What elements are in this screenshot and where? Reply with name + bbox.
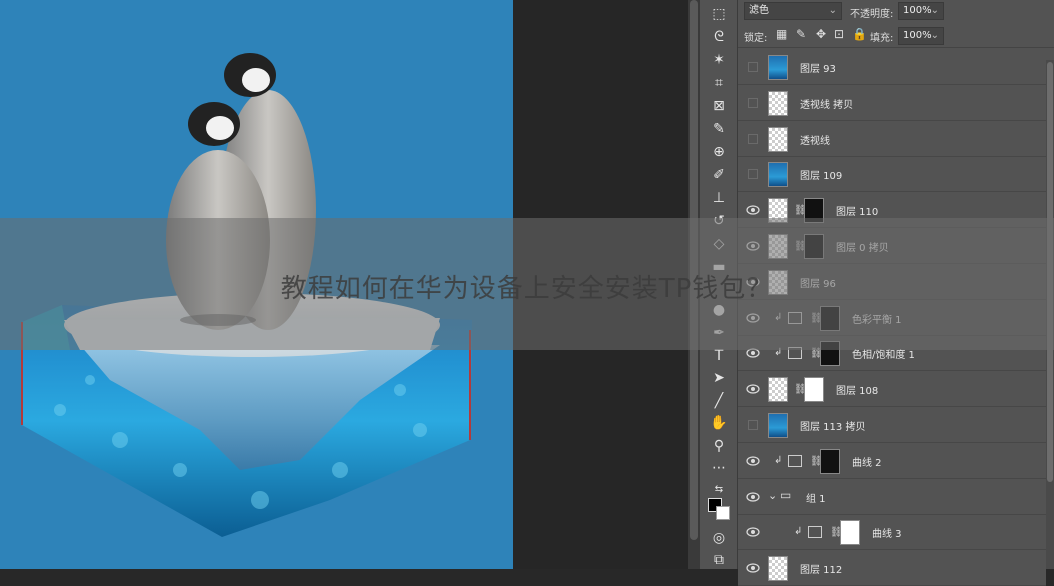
hand-tool-icon[interactable]: ✋ xyxy=(709,413,729,433)
visibility-toggle[interactable] xyxy=(748,97,758,108)
frame-tool-icon[interactable]: ⊠ xyxy=(709,96,729,116)
layer-mask-thumbnail[interactable] xyxy=(840,520,860,546)
path-selection-tool-icon[interactable]: ➤ xyxy=(709,368,729,388)
eye-icon[interactable] xyxy=(746,491,760,502)
lock-artboard-icon[interactable]: ⊡ xyxy=(834,27,844,41)
blend-options-row: 滤色 ⌄ 不透明度: 100% ⌄ xyxy=(738,0,1054,24)
chevron-down-icon: ⌄ xyxy=(930,30,939,41)
layer-row[interactable]: 图层 109 xyxy=(738,157,1046,193)
quick-mask-icon[interactable]: ◎ xyxy=(709,528,729,548)
lock-label: 锁定: xyxy=(744,33,768,44)
layer-row[interactable]: 图层 113 拷贝 xyxy=(738,408,1046,443)
zoom-tool-icon[interactable]: ⚲ xyxy=(709,436,729,456)
folder-icon: ▭ xyxy=(780,487,792,502)
visibility-toggle[interactable] xyxy=(748,169,758,180)
blend-mode-value: 滤色 xyxy=(749,5,769,16)
eyedropper-tool-icon[interactable]: ✎ xyxy=(709,119,729,139)
magic-wand-tool-icon[interactable]: ✶ xyxy=(709,50,729,70)
visibility-toggle[interactable] xyxy=(748,133,758,144)
eye-icon[interactable] xyxy=(746,456,760,466)
layer-row[interactable]: 透视线 拷贝 xyxy=(738,85,1046,121)
layer-row[interactable]: ⌄ ▭ 组 1 xyxy=(738,479,1046,515)
visibility-toggle[interactable] xyxy=(748,420,758,430)
eye-icon[interactable] xyxy=(746,384,760,394)
opacity-value: 100% xyxy=(903,5,932,16)
layer-name: 曲线 3 xyxy=(872,529,902,541)
layer-thumbnail xyxy=(768,126,788,152)
overlay-title: 教程如何在华为设备上安全安装TP钱包？ xyxy=(280,274,774,304)
layer-name: 图层 113 拷贝 xyxy=(800,422,866,433)
layer-name: 图层 108 xyxy=(836,386,879,398)
layer-name: 曲线 2 xyxy=(852,457,882,469)
layer-thumbnail xyxy=(768,377,788,403)
layer-row[interactable]: 图层 93 xyxy=(738,50,1046,85)
visibility-toggle[interactable] xyxy=(748,62,758,72)
eye-icon[interactable] xyxy=(746,527,760,537)
layer-row[interactable]: ⛓ 图层 108 xyxy=(738,372,1046,408)
brush-tool-icon[interactable]: ✐ xyxy=(709,165,729,185)
crop-tool-icon[interactable]: ⌗ xyxy=(709,73,729,93)
layer-mask-thumbnail[interactable] xyxy=(804,377,824,403)
layer-name: 透视线 xyxy=(800,135,830,147)
eye-icon[interactable] xyxy=(746,205,760,215)
link-icon[interactable]: ⛓ xyxy=(794,204,807,217)
link-icon[interactable]: ⛓ xyxy=(830,526,843,539)
chevron-down-icon: ⌄ xyxy=(828,5,837,16)
chevron-down-icon: ⌄ xyxy=(930,5,939,16)
fill-value: 100% xyxy=(903,30,932,41)
link-icon[interactable]: ⛓ xyxy=(794,383,807,396)
swap-colors-icon[interactable]: ⇆ xyxy=(709,480,729,500)
stamp-tool-icon[interactable]: ⊥ xyxy=(709,188,729,208)
layer-name: 图层 93 xyxy=(800,64,836,75)
chevron-down-icon[interactable]: ⌄ xyxy=(768,489,777,502)
layer-thumbnail xyxy=(768,162,788,188)
layer-thumbnail xyxy=(768,90,788,116)
lock-position-icon[interactable]: ✥ xyxy=(816,27,826,41)
line-tool-icon[interactable]: ╱ xyxy=(709,391,729,411)
opacity-input[interactable]: 100% ⌄ xyxy=(898,2,944,20)
blend-mode-dropdown[interactable]: 滤色 ⌄ xyxy=(744,2,842,20)
fill-input[interactable]: 100% ⌄ xyxy=(898,27,944,45)
lasso-tool-icon[interactable]: ᘓ xyxy=(709,27,729,47)
layer-name: 图层 109 xyxy=(800,171,843,183)
layer-name: 组 1 xyxy=(806,493,826,505)
layer-row[interactable]: 透视线 xyxy=(738,121,1046,157)
adjustment-layer-icon xyxy=(788,454,802,467)
layer-name: 图层 110 xyxy=(836,207,879,219)
lock-pixels-icon[interactable]: ✎ xyxy=(796,27,806,41)
link-icon[interactable]: ⛓ xyxy=(810,455,823,468)
lock-options-row: 锁定: ▦ ✎ ✥ ⊡ 🔒 填充: 100% ⌄ xyxy=(738,24,1054,48)
layer-row[interactable]: ↲ ⛓ 曲线 2 xyxy=(738,443,1046,479)
layer-thumbnail xyxy=(768,413,788,438)
clipping-mask-icon: ↲ xyxy=(794,526,803,538)
screen-mode-icon[interactable]: ⧉ xyxy=(709,550,729,570)
fill-label: 填充: xyxy=(870,33,894,44)
healing-brush-tool-icon[interactable]: ⊕ xyxy=(709,142,729,162)
opacity-label: 不透明度: xyxy=(850,9,894,20)
layer-mask-thumbnail[interactable] xyxy=(820,448,840,474)
background-color-swatch[interactable] xyxy=(716,506,730,520)
adjustment-layer-icon xyxy=(808,526,822,539)
clipping-mask-icon: ↲ xyxy=(774,454,783,466)
lock-all-icon[interactable]: 🔒 xyxy=(852,27,867,41)
layer-name: 透视线 拷贝 xyxy=(800,99,854,111)
marquee-tool-icon[interactable]: ⬚ xyxy=(709,4,729,24)
eye-icon[interactable] xyxy=(746,563,760,573)
lock-transparent-icon[interactable]: ▦ xyxy=(776,27,787,41)
more-tools-icon[interactable]: ⋯ xyxy=(709,458,729,478)
layer-thumbnail xyxy=(768,55,788,80)
layer-row[interactable]: ↲ ⛓ 曲线 3 xyxy=(738,515,1046,551)
